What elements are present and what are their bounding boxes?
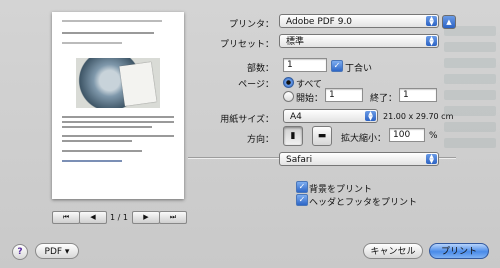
printer-value: Adobe PDF 9.0 — [286, 17, 353, 27]
portrait-orientation-button[interactable]: ▮ — [283, 126, 303, 146]
paper-size-label: 用紙サイズ： — [220, 115, 274, 125]
help-button[interactable]: ? — [12, 244, 28, 260]
pages-all-label: すべて — [296, 80, 323, 90]
next-page-button[interactable]: ▶ — [132, 211, 160, 224]
previous-page-button[interactable]: ◀ — [79, 211, 107, 224]
landscape-orientation-button[interactable]: ▬ — [312, 126, 332, 146]
pages-range-radio[interactable] — [283, 91, 294, 102]
last-page-button[interactable]: ⏭ — [159, 211, 187, 224]
pages-to-label: 終了： — [370, 94, 398, 104]
collate-label: 丁合い — [345, 64, 373, 74]
pages-all-radio[interactable] — [283, 77, 294, 88]
popup-arrows-icon: ▲ ▼ — [365, 111, 376, 122]
preview-photo — [76, 58, 160, 108]
preset-label: プリセット： — [219, 40, 274, 50]
paper-size-value: A4 — [290, 112, 302, 122]
page-indicator: 1 / 1 — [110, 213, 128, 222]
cancel-button[interactable]: キャンセル — [363, 243, 423, 259]
copies-label: 部数： — [246, 64, 274, 74]
preview-navigation: ⏮ ◀ 1 / 1 ▶ ⏭ — [52, 211, 187, 224]
scale-field[interactable]: 100 — [389, 128, 425, 142]
pdf-menu-button[interactable]: PDF ▾ — [35, 243, 79, 259]
portrait-icon: ▮ — [290, 131, 296, 141]
copies-field[interactable]: 1 — [283, 58, 327, 72]
headers-footers-checkbox[interactable]: ✓ — [296, 194, 308, 206]
paper-dimensions: 21.00 x 29.70 cm — [383, 112, 454, 121]
print-preview — [52, 12, 184, 199]
headers-footers-label: ヘッダとフッタをプリント — [309, 198, 418, 208]
pages-to-field[interactable]: 1 — [399, 88, 437, 102]
pages-label: ページ： — [238, 80, 274, 90]
print-button[interactable]: プリント — [429, 243, 489, 259]
first-page-button[interactable]: ⏮ — [52, 211, 80, 224]
section-value: Safari — [286, 155, 313, 165]
collate-checkbox[interactable]: ✓ — [331, 60, 343, 72]
collapse-details-button[interactable]: ▲ — [442, 15, 456, 29]
preset-value: 標準 — [286, 37, 305, 47]
pages-from-field[interactable]: 1 — [325, 88, 363, 102]
scale-unit: % — [429, 131, 438, 141]
pages-from-label: 開始： — [296, 94, 324, 104]
popup-arrows-icon: ▲ ▼ — [426, 154, 437, 165]
section-popup[interactable]: Safari ▲ ▼ — [279, 152, 439, 166]
scale-label: 拡大縮小： — [341, 134, 387, 144]
popup-arrows-icon: ▲ ▼ — [426, 16, 437, 27]
orientation-label: 方向： — [246, 135, 274, 145]
printer-label: プリンタ： — [228, 20, 274, 30]
paper-size-popup[interactable]: A4 ▲ ▼ — [283, 109, 378, 123]
print-backgrounds-checkbox[interactable]: ✓ — [296, 181, 308, 193]
preset-popup[interactable]: 標準 ▲ ▼ — [279, 34, 439, 48]
landscape-icon: ▬ — [317, 131, 327, 141]
print-backgrounds-label: 背景をプリント — [309, 185, 373, 195]
printer-popup[interactable]: Adobe PDF 9.0 ▲ ▼ — [279, 14, 439, 28]
popup-arrows-icon: ▲ ▼ — [426, 36, 437, 47]
